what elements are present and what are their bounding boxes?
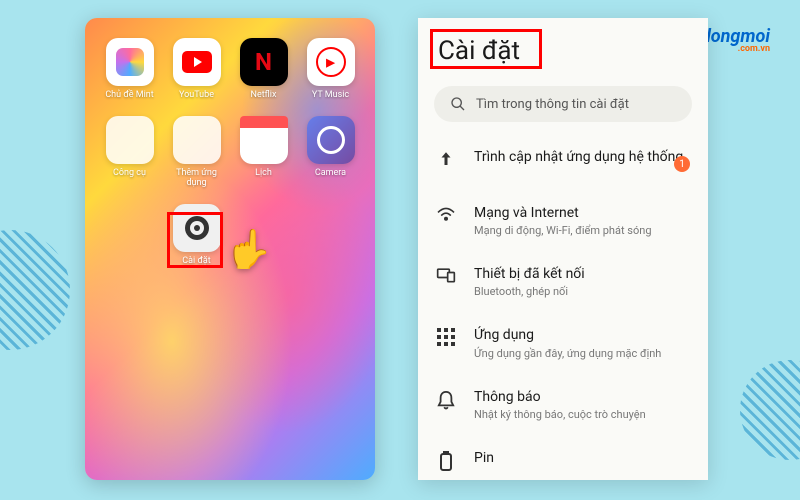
- decorative-circle: [0, 230, 70, 350]
- row-title: Trình cập nhật ứng dụng hệ thống: [474, 148, 690, 166]
- bell-icon: [436, 390, 456, 410]
- app-label: Lịch: [255, 168, 272, 178]
- mint-theme-icon: [106, 38, 154, 86]
- search-input[interactable]: Tìm trong thông tin cài đặt: [434, 86, 692, 122]
- settings-row-network[interactable]: Mạng và Internet Mạng di động, Wi-Fi, điể…: [418, 190, 708, 251]
- row-title: Mạng và Internet: [474, 204, 690, 222]
- row-title: Thông báo: [474, 388, 690, 406]
- camera-icon: [307, 116, 355, 164]
- phone-homescreen: Chủ đề Mint YouTube N Netflix YT Music C…: [85, 18, 375, 480]
- row-title: Thiết bị đã kết nối: [474, 265, 690, 283]
- page-title: Cài đặt: [418, 18, 708, 80]
- row-subtitle: Mạng di động, Wi-Fi, điểm phát sóng: [474, 224, 690, 237]
- devices-icon: [436, 267, 456, 283]
- folder-icon: [106, 116, 154, 164]
- app-tools-folder[interactable]: Công cụ: [100, 116, 159, 188]
- apps-icon: [436, 328, 456, 346]
- settings-row-battery[interactable]: Pin: [418, 435, 708, 480]
- decorative-circle: [740, 360, 800, 460]
- app-calendar[interactable]: Lịch: [234, 116, 293, 188]
- app-label: Camera: [315, 168, 346, 178]
- row-title: Ứng dụng: [474, 326, 690, 344]
- app-label: Công cụ: [113, 168, 146, 178]
- settings-row-system-update[interactable]: Trình cập nhật ứng dụng hệ thống 1: [418, 134, 708, 190]
- app-yt-music[interactable]: YT Music: [301, 38, 360, 100]
- app-mint-theme[interactable]: Chủ đề Mint: [100, 38, 159, 100]
- row-subtitle: Bluetooth, ghép nối: [474, 285, 690, 298]
- settings-row-apps[interactable]: Ứng dụng Ứng dụng gần đây, ứng dụng mặc đ…: [418, 312, 708, 373]
- settings-list: Trình cập nhật ứng dụng hệ thống 1 Mạng …: [418, 130, 708, 480]
- app-settings[interactable]: Cài đặt: [167, 204, 226, 266]
- netflix-icon: N: [240, 38, 288, 86]
- app-camera[interactable]: Camera: [301, 116, 360, 188]
- app-label: YouTube: [179, 90, 214, 100]
- phone-settings-screen: Cài đặt Tìm trong thông tin cài đặt Trìn…: [418, 18, 708, 480]
- settings-icon: [173, 204, 221, 252]
- wifi-icon: [436, 206, 456, 222]
- settings-row-connected-devices[interactable]: Thiết bị đã kết nối Bluetooth, ghép nối: [418, 251, 708, 312]
- calendar-icon: [240, 116, 288, 164]
- app-label: Cài đặt: [182, 256, 210, 266]
- battery-icon: [436, 451, 456, 471]
- app-more-folder[interactable]: Thêm ứng dụng: [167, 116, 226, 188]
- app-netflix[interactable]: N Netflix: [234, 38, 293, 100]
- app-label: Thêm ứng dụng: [167, 168, 226, 188]
- app-label: Chủ đề Mint: [105, 90, 153, 100]
- folder-icon: [173, 116, 221, 164]
- app-label: YT Music: [312, 90, 349, 100]
- settings-row-notifications[interactable]: Thông báo Nhật ký thông báo, cuộc trò chu…: [418, 374, 708, 435]
- youtube-icon: [173, 38, 221, 86]
- row-subtitle: Ứng dụng gần đây, ứng dụng mặc định: [474, 347, 690, 360]
- notification-badge: 1: [674, 156, 690, 172]
- pointer-hand-icon: 👆: [225, 228, 272, 272]
- search-icon: [450, 96, 466, 112]
- row-subtitle: Nhật ký thông báo, cuộc trò chuyện: [474, 408, 690, 421]
- upload-icon: [436, 150, 456, 168]
- search-placeholder: Tìm trong thông tin cài đặt: [476, 97, 629, 112]
- app-youtube[interactable]: YouTube: [167, 38, 226, 100]
- app-label: Netflix: [251, 90, 277, 100]
- row-title: Pin: [474, 449, 690, 467]
- yt-music-icon: [307, 38, 355, 86]
